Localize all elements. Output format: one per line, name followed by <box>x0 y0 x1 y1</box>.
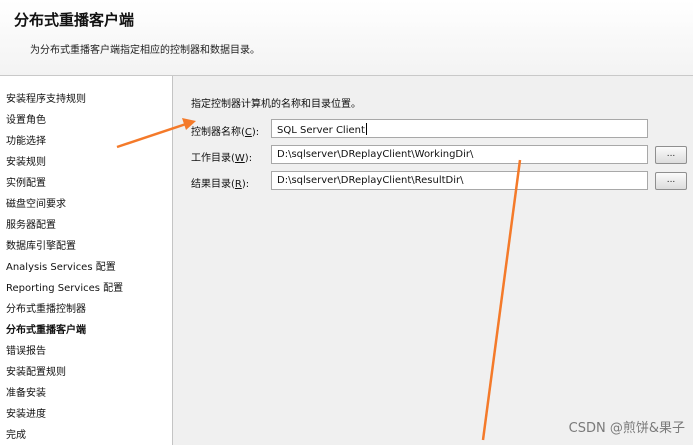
step-label: 分布式重播客户端 <box>6 325 86 336</box>
page-subtitle: 为分布式重播客户端指定相应的控制器和数据目录。 <box>30 45 260 56</box>
instruction-text: 指定控制器计算机的名称和目录位置。 <box>191 99 361 110</box>
step-item-instance-configuration[interactable]: 实例配置 <box>6 174 46 189</box>
working-dir-input[interactable]: D:\sqlserver\DReplayClient\WorkingDir\ <box>271 145 648 164</box>
step-label: 安装规则 <box>6 157 46 168</box>
text-caret <box>365 123 367 135</box>
step-item-install-progress[interactable]: 安装进度 <box>6 405 46 420</box>
controller-name-value: SQL Server Client <box>277 125 365 136</box>
step-label: 分布式重播控制器 <box>6 304 86 315</box>
step-item-reporting-services[interactable]: Reporting Services 配置 <box>6 279 123 294</box>
working-dir-browse-button[interactable]: ... <box>655 146 687 164</box>
step-label: 数据库引擎配置 <box>6 241 76 252</box>
step-item-server-configuration[interactable]: 服务器配置 <box>6 216 56 231</box>
result-dir-label: 结果目录(R): <box>191 179 250 190</box>
result-dir-browse-button[interactable]: ... <box>655 172 687 190</box>
working-dir-label: 工作目录(W): <box>191 153 253 164</box>
result-dir-input[interactable]: D:\sqlserver\DReplayClient\ResultDir\ <box>271 171 648 190</box>
page-title: 分布式重播客户端 <box>14 11 135 29</box>
step-item-feature-selection[interactable]: 功能选择 <box>6 132 46 147</box>
step-label: 完成 <box>6 430 26 441</box>
controller-name-input[interactable]: SQL Server Client <box>271 119 648 138</box>
step-label: 服务器配置 <box>6 220 56 231</box>
result-dir-value: D:\sqlserver\DReplayClient\ResultDir\ <box>277 175 464 186</box>
step-item-complete[interactable]: 完成 <box>6 426 26 441</box>
step-item-setup-support-rules[interactable]: 安装程序支持规则 <box>6 90 86 105</box>
step-item-ready-to-install[interactable]: 准备安装 <box>6 384 46 399</box>
step-label: 磁盘空间要求 <box>6 199 66 210</box>
step-label: 错误报告 <box>6 346 46 357</box>
step-label: Analysis Services 配置 <box>6 262 116 273</box>
watermark-text: CSDN @煎饼&果子 <box>568 421 685 436</box>
main-content: 指定控制器计算机的名称和目录位置。 控制器名称(C): SQL Server C… <box>173 76 693 445</box>
step-label: 安装程序支持规则 <box>6 94 86 105</box>
step-label: 设置角色 <box>6 115 46 126</box>
step-item-replay-controller[interactable]: 分布式重播控制器 <box>6 300 86 315</box>
step-item-error-reporting[interactable]: 错误报告 <box>6 342 46 357</box>
step-label: 功能选择 <box>6 136 46 147</box>
wizard-steps-sidebar: 安装程序支持规则 设置角色 功能选择 安装规则 实例配置 磁盘空间要求 服务器配… <box>0 76 173 445</box>
step-item-analysis-services[interactable]: Analysis Services 配置 <box>6 258 116 273</box>
step-label: 准备安装 <box>6 388 46 399</box>
step-label: 安装进度 <box>6 409 46 420</box>
step-label: Reporting Services 配置 <box>6 283 124 294</box>
page-header: 分布式重播客户端 为分布式重播客户端指定相应的控制器和数据目录。 <box>0 0 693 76</box>
step-item-database-engine[interactable]: 数据库引擎配置 <box>6 237 76 252</box>
working-dir-value: D:\sqlserver\DReplayClient\WorkingDir\ <box>277 149 474 160</box>
controller-name-label: 控制器名称(C): <box>191 127 260 138</box>
step-item-setup-role[interactable]: 设置角色 <box>6 111 46 126</box>
step-item-disk-space[interactable]: 磁盘空间要求 <box>6 195 66 210</box>
step-item-installation-rules[interactable]: 安装规则 <box>6 153 46 168</box>
step-item-config-rules[interactable]: 安装配置规则 <box>6 363 66 378</box>
step-label: 实例配置 <box>6 178 46 189</box>
step-item-replay-client[interactable]: 分布式重播客户端 <box>6 321 86 336</box>
step-label: 安装配置规则 <box>6 367 66 378</box>
